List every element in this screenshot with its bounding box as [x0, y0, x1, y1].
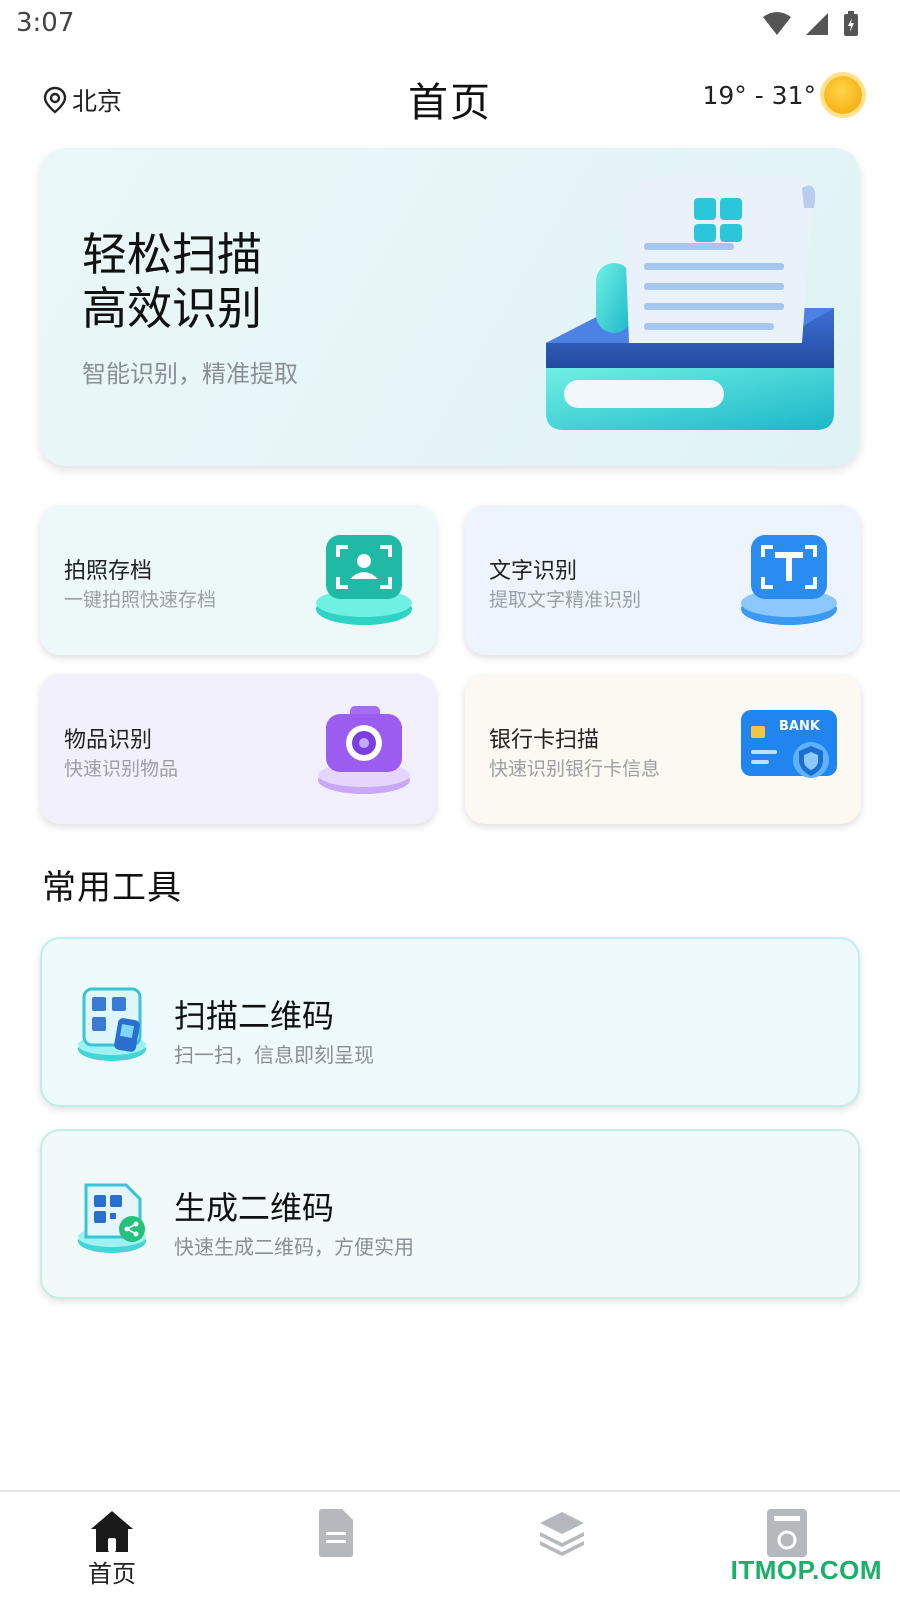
feature-text-recognition[interactable]: 文字识别 提取文字精准识别 — [465, 505, 861, 655]
tool-scan-qr[interactable]: 扫描二维码 扫一扫，信息即刻呈现 — [40, 937, 860, 1107]
document-icon — [319, 1509, 353, 1557]
sun-icon — [824, 76, 862, 114]
feature-bank-card-scan[interactable]: 银行卡扫描 快速识别银行卡信息 BANK — [465, 674, 861, 824]
feature-desc: 一键拍照快速存档 — [64, 589, 217, 611]
feature-desc: 快速识别物品 — [64, 758, 179, 780]
nav-item-layers[interactable] — [502, 1502, 622, 1592]
hero-subtitle: 智能识别，精准提取 — [82, 360, 298, 388]
nav-item-home[interactable]: 首页 — [52, 1502, 172, 1592]
battery-icon — [844, 11, 858, 36]
feature-photo-archive[interactable]: 拍照存档 一键拍照快速存档 — [40, 505, 436, 655]
nav-item-documents[interactable] — [276, 1502, 396, 1592]
hero-title: 轻松扫描 高效识别 — [82, 228, 263, 335]
tool-title: 生成二维码 — [174, 1189, 335, 1227]
hero-banner[interactable]: 轻松扫描 高效识别 智能识别，精准提取 — [40, 148, 860, 466]
weather-widget: 19° - 31° — [702, 76, 862, 114]
feature-title: 银行卡扫描 — [489, 728, 600, 753]
wifi-icon — [763, 12, 791, 35]
status-time: 3:07 — [16, 8, 75, 38]
feature-title: 物品识别 — [64, 728, 153, 753]
feature-title: 文字识别 — [489, 559, 578, 584]
nav-label-home: 首页 — [88, 1560, 136, 1588]
bank-card-text: BANK — [779, 719, 821, 734]
text-scan-icon — [741, 535, 837, 625]
header: 北京 首页 19° - 31° — [0, 62, 900, 132]
tool-title: 扫描二维码 — [174, 997, 335, 1035]
feature-desc: 快速识别银行卡信息 — [489, 758, 661, 780]
archive-icon — [767, 1509, 807, 1557]
bank-card-icon: BANK — [741, 710, 837, 778]
scanner-illustration-icon — [546, 176, 834, 430]
feature-title: 拍照存档 — [64, 559, 153, 584]
camera-portrait-icon — [316, 535, 412, 625]
signal-icon — [806, 13, 828, 35]
section-title-tools: 常用工具 — [42, 868, 182, 908]
status-bar: 3:07 — [0, 0, 900, 50]
tool-desc: 快速生成二维码，方便实用 — [174, 1235, 414, 1259]
home-icon — [91, 1511, 133, 1552]
qr-scan-icon — [78, 987, 146, 1061]
camera-icon — [318, 706, 410, 794]
temperature-range: 19° - 31° — [702, 80, 816, 110]
qr-generate-icon — [78, 1183, 146, 1253]
feature-desc: 提取文字精准识别 — [489, 589, 642, 611]
watermark-text: ITMOP.COM — [730, 1555, 882, 1585]
layers-icon — [540, 1512, 584, 1556]
status-icons — [762, 10, 860, 38]
tool-generate-qr[interactable]: 生成二维码 快速生成二维码，方便实用 — [40, 1129, 860, 1299]
tool-desc: 扫一扫，信息即刻呈现 — [174, 1043, 374, 1067]
feature-object-recognition[interactable]: 物品识别 快速识别物品 — [40, 674, 436, 824]
